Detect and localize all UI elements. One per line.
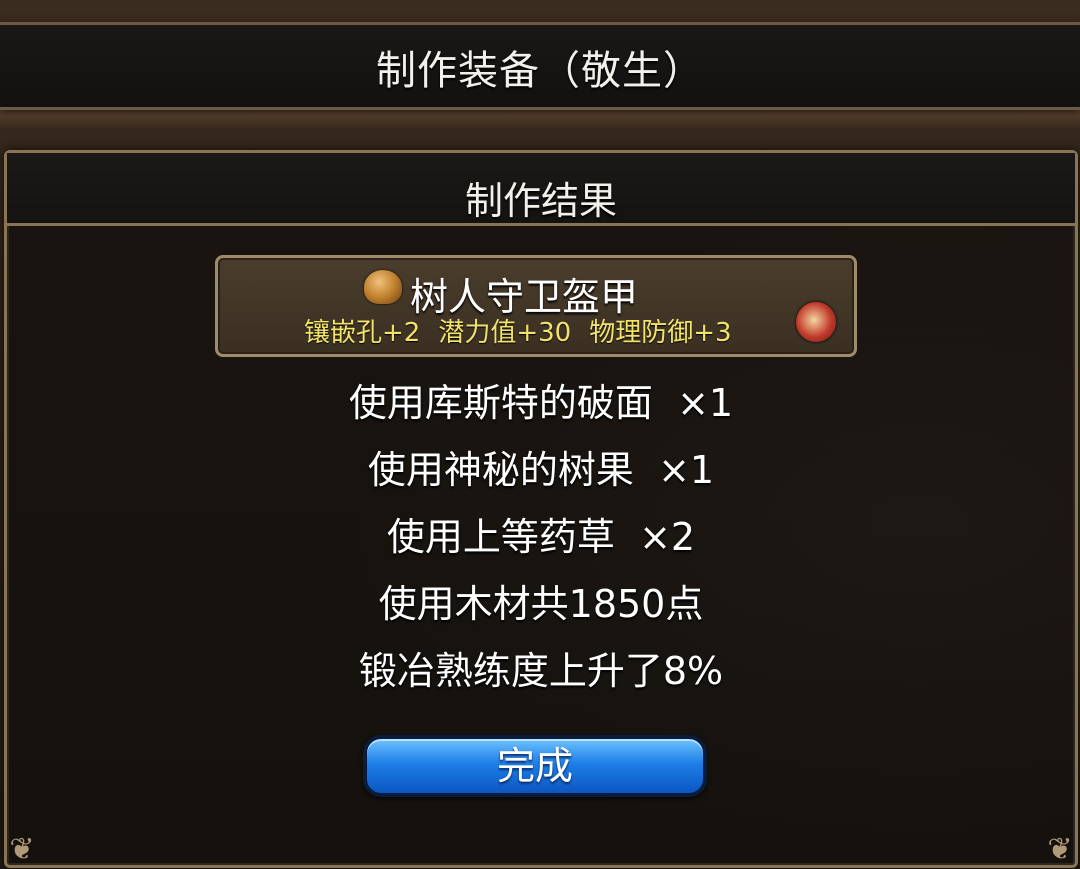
materials-list: 使用库斯特的破面 ×1 使用神秘的树果 ×1 使用上等药草 ×2 使用木材共18… [7,375,1075,710]
item-stat: 镶嵌孔+2 [304,318,421,348]
done-button[interactable]: 完成 [363,735,707,797]
item-stat: 物理防御+3 [589,318,732,348]
crafted-item-card: 树人守卫盔甲 镶嵌孔+2 潜力值+30 物理防御+3 [215,255,857,357]
window-title: 制作装备（敬生） [376,48,704,94]
corner-ornament-icon: ❦ [1047,832,1073,867]
proficiency-line: 锻冶熟练度上升了8% [358,649,724,693]
material-line: 使用上等药草 ×2 [386,515,696,559]
material-line: 使用木材共1850点 [378,582,704,626]
corner-ornament-icon: ❦ [9,832,35,867]
material-line: 使用库斯特的破面 ×1 [348,381,734,425]
wooden-beam [0,110,1080,128]
dialog-header: 制作结果 [7,153,1075,226]
craft-result-dialog: ❦ ❦ ❦ ❦ 制作结果 树人守卫盔甲 镶嵌孔+2潜力值+30物理防御+3 使用… [4,150,1078,868]
item-stat: 潜力值+30 [438,318,572,348]
dialog-title: 制作结果 [464,179,617,223]
forge-hammer-icon [796,302,836,342]
armor-icon [364,270,402,304]
material-line: 使用神秘的树果 ×1 [367,448,715,492]
item-stats: 镶嵌孔+2 潜力值+30 物理防御+3 [304,312,750,349]
